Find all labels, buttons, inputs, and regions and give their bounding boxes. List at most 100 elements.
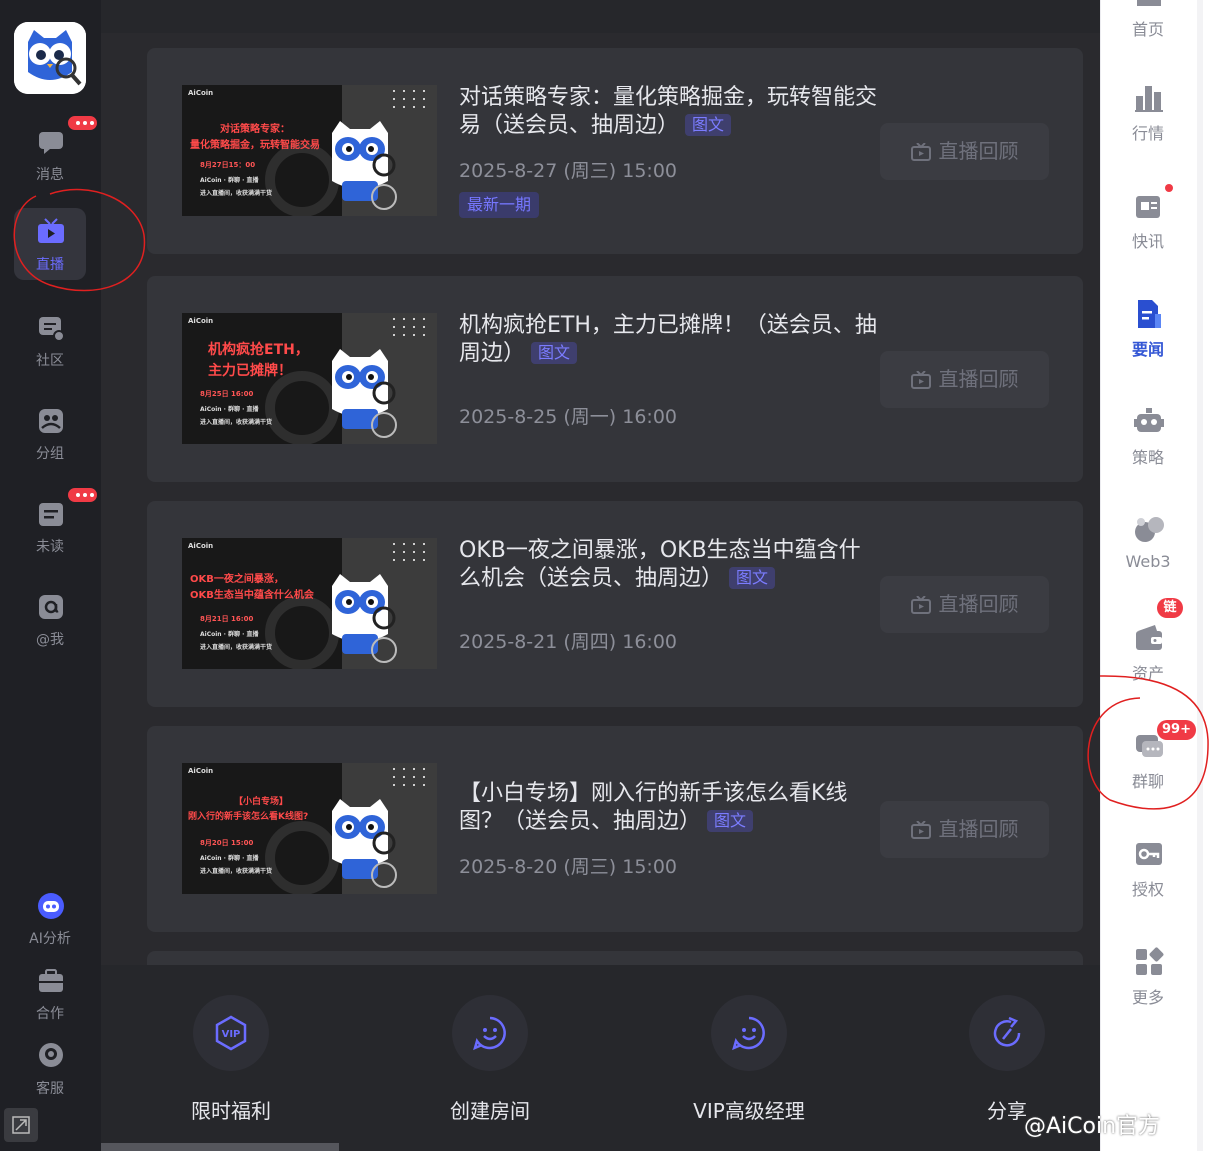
list-top-strip [101,0,1100,33]
nav-more[interactable]: 更多 [1113,940,1183,1012]
message-count-badge: 99+ [1157,720,1196,740]
nav-cooperation[interactable]: 合作 [14,957,86,1029]
thumb-brand: AiCoin [188,542,214,550]
stream-card[interactable]: AiCoin 【小白专场】 刚入行的新手该怎么看K线图? 8月20日 15:00… [147,726,1083,932]
briefcase-icon [39,969,63,992]
thumb-headline: 刚入行的新手该怎么看K线图? [188,812,309,822]
stream-thumbnail[interactable]: AiCoin 【小白专场】 刚入行的新手该怎么看K线图? 8月20日 15:00… [182,763,437,894]
unread-dots-badge [66,486,99,504]
stream-card[interactable]: AiCoin 对话策略专家： 量化策略掘金，玩转智能交易 8月27日15：00 … [147,48,1083,254]
stream-time: 2025-8-25 (周一) 16:00 [459,406,677,428]
nav-market[interactable]: 行情 [1113,76,1183,148]
stream-time: 2025-8-21 (周四) 16:00 [459,631,677,653]
nav-unread[interactable]: 未读 [14,486,99,562]
thumb-headline: 量化策略掘金，玩转智能交易 [190,140,320,151]
thumb-date: 8月27日15：00 [200,161,256,169]
nav-label: 客服 [36,1081,64,1097]
nav-label: 直播 [36,257,64,273]
smile-chat-icon [473,1016,506,1051]
horizontal-scrollbar[interactable] [101,1143,339,1151]
onchain-badge: 链上 [1157,598,1183,635]
thumb-headline: OKB生态当中蕴含什么机会 [190,590,314,601]
nav-label: 消息 [36,167,64,183]
replay-button[interactable]: 直播回顾 [880,801,1049,858]
vip-icon: VIP [215,1015,247,1051]
nav-label: 策略 [1131,448,1164,467]
nav-group-chat[interactable]: 99+ 群聊 [1113,720,1196,796]
vip-manager-button[interactable]: VIP高级经理 [669,995,829,1124]
at-icon [39,595,63,619]
nav-label: 合作 [36,1006,64,1022]
nav-label: 首页 [1131,20,1164,39]
nav-label: 未读 [36,539,64,555]
web3-icon [1135,517,1164,542]
limited-benefits-button[interactable]: VIP 限时福利 [151,995,311,1124]
stream-thumbnail[interactable]: AiCoin OKB一夜之间暴涨， OKB生态当中蕴含什么机会 8月21日 16… [182,538,437,669]
nav-strategy[interactable]: 策略 [1113,400,1183,472]
stream-card[interactable]: AiCoin 机构疯抢ETH， 主力已摊牌！ 8月25日 16:00 AiCoi… [147,276,1083,482]
nav-groups[interactable]: 分组 [14,397,86,469]
stream-card[interactable]: AiCoin OKB一夜之间暴涨， OKB生态当中蕴含什么机会 8月21日 16… [147,501,1083,707]
thumb-brand: AiCoin [188,317,214,325]
thumb-sub: AiCoin · 群聊 · 直播 [200,177,259,184]
nav-label: 要闻 [1131,340,1164,359]
document-icon [1138,300,1161,328]
left-sidebar: 消息 直播 社区 分组 未读 @我 AI分析 合作 客服 [0,0,101,1151]
watermark-text: @AiCoin官方 [1024,1114,1161,1139]
nav-live[interactable]: 直播 [14,208,86,280]
nav-mentions[interactable]: @我 [14,583,86,655]
nav-assets[interactable]: 链上 资产 [1113,598,1183,688]
nav-home[interactable]: 首页 [1113,0,1183,44]
replay-tv-icon [910,370,931,389]
fullscreen-toggle-icon[interactable] [4,1108,38,1142]
nav-headlines[interactable]: 要闻 [1113,292,1183,364]
key-icon [1136,843,1162,865]
nav-messages[interactable]: 消息 [14,114,99,190]
thumb-sub: AiCoin · 群聊 · 直播 [200,631,259,638]
svg-text:VIP: VIP [222,1029,241,1040]
nav-web3[interactable]: Web3 [1113,508,1183,580]
replay-button[interactable]: 直播回顾 [880,576,1049,633]
stream-tag: 图文 [729,567,776,589]
replay-button[interactable]: 直播回顾 [880,123,1049,180]
thumb-brand: AiCoin [188,767,214,775]
stream-tag: 图文 [531,342,578,364]
vertical-scrollbar[interactable] [1197,0,1203,1151]
unread-icon [39,503,63,526]
thumb-date: 8月20日 15:00 [200,839,254,847]
bottom-action-bar: VIP 限时福利 创建房间 VIP高级经理 分享 [101,965,1100,1151]
nav-newsflash[interactable]: 快讯 [1113,184,1183,256]
thumb-sub: 进入直播间，收获满满干货 [200,868,273,875]
grid-more-icon [1136,947,1164,975]
share-button[interactable]: 分享 [927,995,1087,1124]
thumb-headline: OKB一夜之间暴涨， [190,574,284,585]
nav-label: 快讯 [1131,232,1164,251]
bar-chart-icon [1135,86,1163,112]
thumb-sub: AiCoin · 群聊 · 直播 [200,855,259,862]
stream-thumbnail[interactable]: AiCoin 机构疯抢ETH， 主力已摊牌！ 8月25日 16:00 AiCoi… [182,313,437,444]
stream-title[interactable]: OKB一夜之间暴涨，OKB生态当中蕴含什么机会（送会员、抽周边） 图文 [459,537,879,593]
replay-button[interactable]: 直播回顾 [880,351,1049,408]
thumb-date: 8月21日 16:00 [200,615,254,623]
nav-community[interactable]: 社区 [14,304,86,376]
stream-time: 2025-8-20 (周三) 15:00 [459,856,677,878]
robot-icon [1134,408,1164,432]
stream-title[interactable]: 对话策略专家：量化策略掘金，玩转智能交易（送会员、抽周边） 图文 [459,84,879,140]
replay-tv-icon [910,142,931,161]
replay-tv-icon [910,595,931,614]
owl-mascot-icon [14,22,86,94]
nav-label: 资产 [1131,664,1164,683]
nav-authorization[interactable]: 授权 [1113,832,1183,904]
stream-thumbnail[interactable]: AiCoin 对话策略专家： 量化策略掘金，玩转智能交易 8月27日15：00 … [182,85,437,216]
ai-robot-icon [38,893,64,919]
customer-service-icon [39,1043,63,1067]
app-logo[interactable] [14,22,86,94]
nav-ai-analysis[interactable]: AI分析 [14,882,86,954]
newsflash-icon [1136,196,1160,218]
create-room-button[interactable]: 创建房间 [410,995,570,1124]
share-refresh-icon [993,1016,1021,1047]
stream-title[interactable]: 【小白专场】刚入行的新手该怎么看K线图？（送会员、抽周边） 图文 [459,780,879,836]
stream-title[interactable]: 机构疯抢ETH，主力已摊牌！（送会员、抽周边） 图文 [459,312,879,368]
nav-customer-service[interactable]: 客服 [14,1032,86,1104]
nav-label: 群聊 [1131,772,1164,791]
